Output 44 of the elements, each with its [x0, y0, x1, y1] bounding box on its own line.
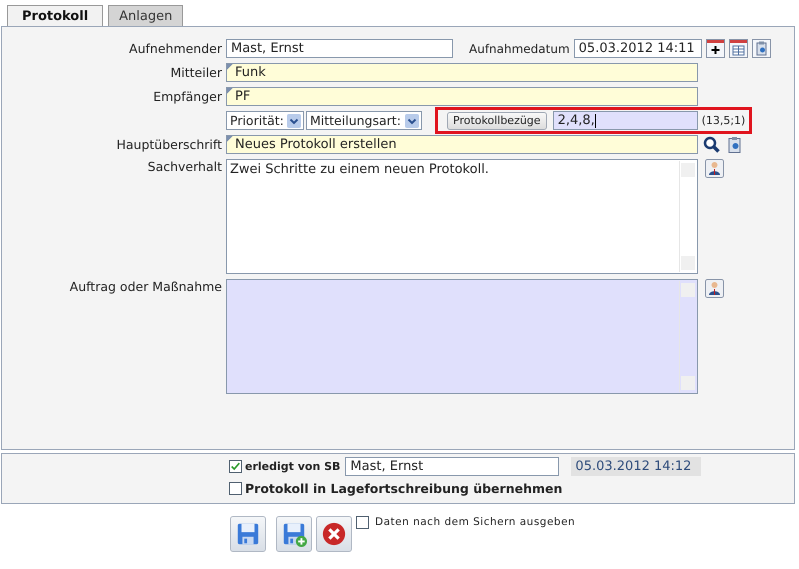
checkbox-label: erledigt von SB — [245, 460, 340, 473]
date-field[interactable]: 05.03.2012 14:11 — [574, 39, 702, 58]
cancel-icon — [321, 521, 347, 547]
tab[interactable]: Protokoll — [7, 5, 104, 26]
scrollbar[interactable] — [679, 281, 696, 392]
save-add-icon — [281, 521, 307, 547]
input-field[interactable]: Funk — [226, 63, 698, 82]
save-new-button[interactable] — [276, 516, 312, 552]
calendar-add-icon[interactable] — [706, 39, 725, 58]
chevron-down-icon — [287, 114, 301, 128]
search-icon[interactable] — [702, 135, 721, 154]
priority-dropdown[interactable]: Priorität: — [226, 111, 304, 130]
message-type-dropdown[interactable]: Mitteilungsart: — [306, 111, 422, 130]
date-field: 05.03.2012 14:12 — [571, 457, 702, 476]
text-area[interactable]: Zwei Schritte zu einem neuen Protokoll. — [226, 159, 698, 274]
save-icon — [235, 521, 261, 547]
references-field[interactable]: 2,4,8, — [552, 111, 698, 130]
input-field[interactable]: PF — [226, 87, 698, 106]
field-label: Aufnehmender — [128, 41, 223, 56]
scrollbar[interactable] — [679, 161, 696, 272]
checkbox-label: Daten nach dem Sichern ausgeben — [375, 516, 576, 528]
calendar-icon[interactable] — [728, 39, 748, 58]
field-label: Auftrag oder Maßnahme — [68, 279, 223, 294]
cancel-button[interactable] — [316, 516, 352, 552]
person-icon[interactable] — [705, 159, 724, 178]
checkbox[interactable] — [229, 460, 242, 473]
input-field[interactable]: Mast, Ernst — [345, 457, 560, 476]
checkbox[interactable] — [356, 516, 369, 529]
checkbox[interactable] — [229, 482, 242, 495]
tab[interactable]: Anlagen — [108, 5, 184, 26]
references-button[interactable]: Protokollbezüge — [447, 112, 547, 130]
checkbox-label: Protokoll in Lagefortschreibung übernehmen — [245, 481, 562, 496]
chevron-down-icon — [405, 114, 419, 128]
field-label: Sachverhalt — [146, 159, 223, 174]
clipboard-icon[interactable] — [752, 39, 771, 58]
field-label: Hauptüberschrift — [115, 137, 223, 152]
field-label: Aufnahmedatum — [469, 42, 570, 56]
save-button[interactable] — [230, 516, 266, 552]
input-field[interactable]: Mast, Ernst — [226, 39, 453, 58]
person-icon[interactable] — [705, 279, 724, 298]
field-label: Empfänger — [152, 89, 223, 104]
input-field[interactable]: Neues Protokoll erstellen — [226, 135, 698, 154]
field-label: Mitteiler — [169, 65, 223, 80]
references-count: (13,5;1) — [702, 114, 746, 127]
